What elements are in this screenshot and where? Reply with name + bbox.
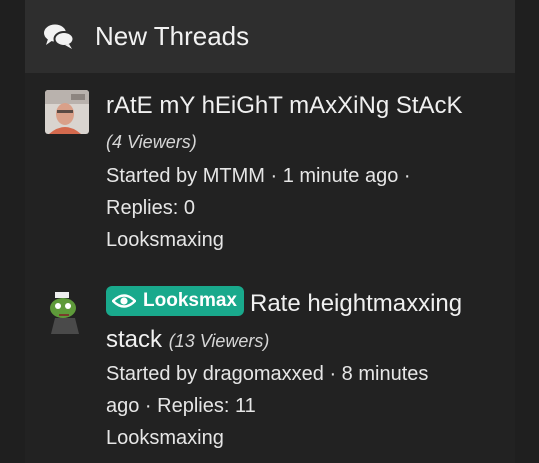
user-avatar[interactable] bbox=[45, 90, 89, 134]
forum-link[interactable]: Looksmaxing bbox=[106, 422, 506, 454]
viewer-count: (13 Viewers) bbox=[168, 331, 270, 351]
thread-title[interactable]: rAtE mY hEiGhT mAxXiNg StAcK bbox=[106, 88, 506, 124]
widget-header: New Threads bbox=[25, 0, 515, 73]
eye-icon bbox=[112, 294, 136, 308]
thread-prefix-badge[interactable]: Looksmax bbox=[106, 286, 244, 316]
viewer-count: (4 Viewers) bbox=[106, 132, 197, 152]
thread-meta: Started by dragomaxxed · 8 minutes ago ·… bbox=[106, 358, 506, 454]
comments-icon bbox=[44, 24, 75, 49]
thread-title[interactable]: Looksmax Rate heightmaxxing bbox=[106, 286, 506, 322]
thread-meta: Started by MTMM · 1 minute ago · Replies… bbox=[106, 160, 506, 256]
user-avatar[interactable] bbox=[45, 290, 89, 334]
widget-title[interactable]: New Threads bbox=[95, 19, 249, 53]
forum-link[interactable]: Looksmaxing bbox=[106, 224, 506, 256]
